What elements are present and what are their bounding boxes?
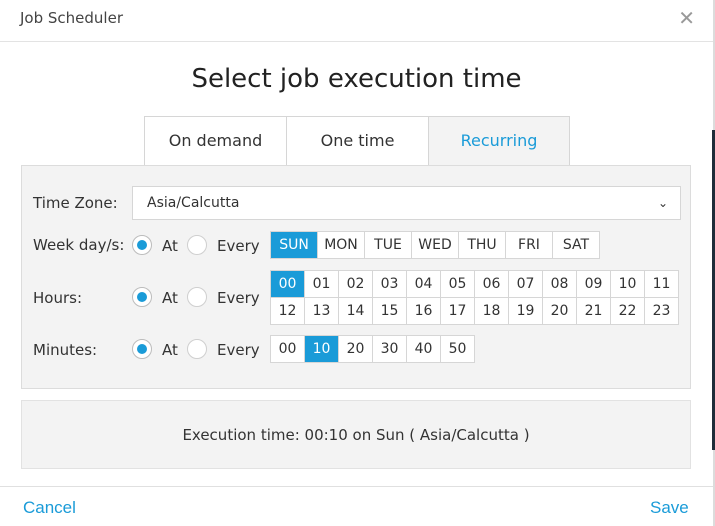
weekday-option-mon[interactable]: MON: [318, 232, 365, 259]
minutes-grid: 00 10 20 30 40 50: [270, 335, 475, 363]
page-title: Select job execution time: [191, 64, 522, 94]
hour-option-16[interactable]: 16: [407, 298, 441, 325]
tab-one-time[interactable]: One time: [286, 116, 428, 166]
hour-option-02[interactable]: 02: [339, 271, 373, 298]
weekday-option-thu[interactable]: THU: [459, 232, 506, 259]
minute-option-40[interactable]: 40: [407, 336, 441, 363]
hour-option-18[interactable]: 18: [475, 298, 509, 325]
minute-option-50[interactable]: 50: [441, 336, 475, 363]
hour-option-03[interactable]: 03: [373, 271, 407, 298]
cancel-button[interactable]: Cancel: [23, 498, 76, 518]
hour-option-07[interactable]: 07: [509, 271, 543, 298]
weekday-option-sun[interactable]: SUN: [271, 232, 318, 259]
hour-option-08[interactable]: 08: [543, 271, 577, 298]
save-button[interactable]: Save: [650, 498, 689, 518]
minutes-at-radio[interactable]: [132, 339, 152, 359]
minutes-label: Minutes:: [33, 341, 98, 359]
hours-every-label: Every: [217, 289, 260, 307]
weekday-every-radio[interactable]: [187, 235, 207, 255]
minute-option-10[interactable]: 10: [305, 336, 339, 363]
close-icon[interactable]: ✕: [678, 7, 695, 29]
weekday-at-label: At: [162, 237, 178, 255]
hour-option-22[interactable]: 22: [611, 298, 645, 325]
hour-option-01[interactable]: 01: [305, 271, 339, 298]
weekday-option-tue[interactable]: TUE: [365, 232, 412, 259]
hour-option-10[interactable]: 10: [611, 271, 645, 298]
hours-grid: 00 01 02 03 04 05 06 07 08 09 10 11 12 13 14 15 16 17 18 19…: [270, 270, 679, 325]
minute-option-20[interactable]: 20: [339, 336, 373, 363]
weekday-option-sat[interactable]: SAT: [553, 232, 600, 259]
weekday-at-radio[interactable]: [132, 235, 152, 255]
hours-at-radio[interactable]: [132, 287, 152, 307]
weekday-every-label: Every: [217, 237, 260, 255]
hours-every-radio[interactable]: [187, 287, 207, 307]
tab-on-demand[interactable]: On demand: [144, 116, 286, 166]
hour-option-13[interactable]: 13: [305, 298, 339, 325]
weekday-label: Week day/s:: [33, 236, 125, 254]
hours-label: Hours:: [33, 289, 82, 307]
hour-option-11[interactable]: 11: [645, 271, 679, 298]
hour-option-05[interactable]: 05: [441, 271, 475, 298]
minutes-every-radio[interactable]: [187, 339, 207, 359]
hour-option-14[interactable]: 14: [339, 298, 373, 325]
weekday-grid: SUN MON TUE WED THU FRI SAT: [270, 231, 600, 259]
hour-option-12[interactable]: 12: [271, 298, 305, 325]
timezone-value: Asia/Calcutta: [147, 195, 240, 211]
timezone-select[interactable]: Asia/Calcutta ⌄: [132, 186, 681, 220]
execution-time-summary: Execution time: 00:10 on Sun ( Asia/Calc…: [21, 400, 691, 469]
schedule-tabs: On demand One time Recurring: [144, 116, 570, 166]
hour-option-23[interactable]: 23: [645, 298, 679, 325]
minute-option-00[interactable]: 00: [271, 336, 305, 363]
tab-recurring[interactable]: Recurring: [428, 116, 570, 166]
hour-option-06[interactable]: 06: [475, 271, 509, 298]
hour-option-21[interactable]: 21: [577, 298, 611, 325]
footer-divider: [0, 486, 713, 487]
recurring-panel: Time Zone: Asia/Calcutta ⌄ Week day/s: A…: [21, 165, 691, 389]
dialog-titlebar: Job Scheduler ✕: [0, 0, 713, 42]
weekday-option-wed[interactable]: WED: [412, 232, 459, 259]
hour-option-00[interactable]: 00: [271, 271, 305, 298]
hour-option-15[interactable]: 15: [373, 298, 407, 325]
timezone-label: Time Zone:: [33, 194, 118, 212]
weekday-option-fri[interactable]: FRI: [506, 232, 553, 259]
minute-option-30[interactable]: 30: [373, 336, 407, 363]
hour-option-19[interactable]: 19: [509, 298, 543, 325]
chevron-down-icon: ⌄: [657, 196, 668, 210]
hour-option-20[interactable]: 20: [543, 298, 577, 325]
minutes-at-label: At: [162, 341, 178, 359]
hours-at-label: At: [162, 289, 178, 307]
hour-option-17[interactable]: 17: [441, 298, 475, 325]
hour-option-09[interactable]: 09: [577, 271, 611, 298]
execution-time-text: Execution time: 00:10 on Sun ( Asia/Calc…: [182, 426, 530, 444]
minutes-every-label: Every: [217, 341, 260, 359]
hour-option-04[interactable]: 04: [407, 271, 441, 298]
dialog-title: Job Scheduler: [20, 9, 123, 27]
